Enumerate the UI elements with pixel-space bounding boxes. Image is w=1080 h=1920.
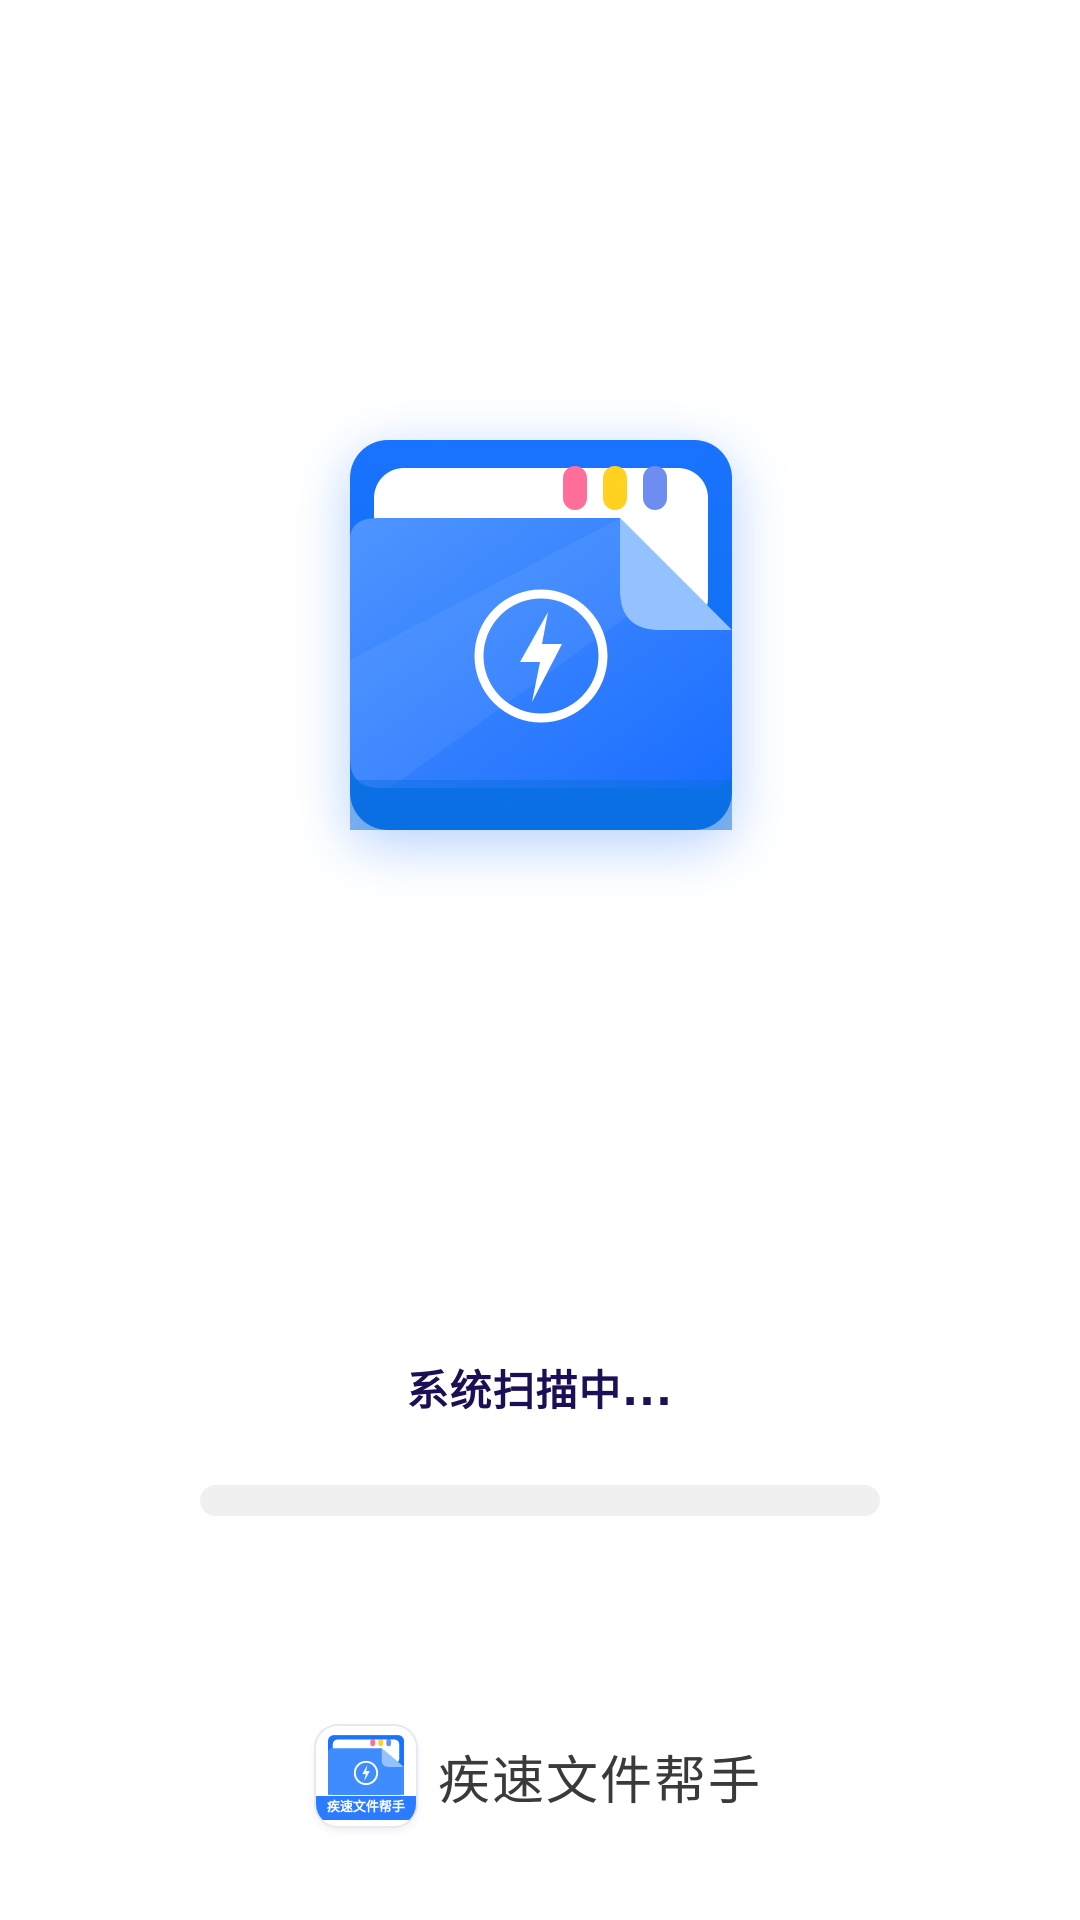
pink-tab bbox=[563, 466, 587, 510]
splash-screen: 系统扫描中... 疾速文件帮手 疾速文件帮手 bbox=[0, 0, 1080, 1920]
brand-app-icon: 疾速文件帮手 bbox=[316, 1726, 416, 1826]
scan-progress-bar bbox=[200, 1485, 880, 1516]
app-name: 疾速文件帮手 bbox=[438, 1751, 763, 1812]
brand-footer: 疾速文件帮手 疾速文件帮手 bbox=[316, 1725, 762, 1827]
scan-status-text: 系统扫描中... bbox=[407, 1366, 673, 1415]
brand-icon-label: 疾速文件帮手 bbox=[316, 1796, 416, 1820]
yellow-tab bbox=[603, 466, 627, 510]
app-logo-folder-lightning-icon bbox=[350, 440, 732, 830]
purple-tab bbox=[643, 466, 667, 510]
